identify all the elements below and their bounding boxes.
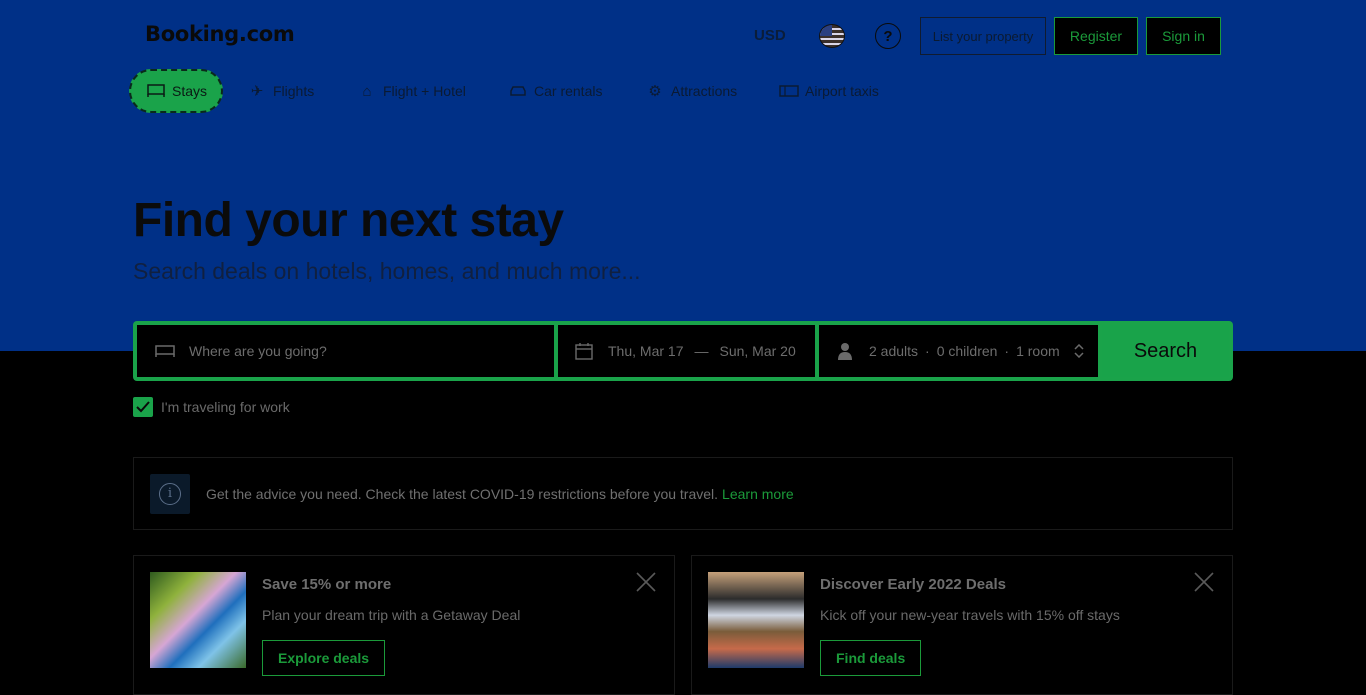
person-icon xyxy=(835,342,855,360)
calendar-icon xyxy=(574,342,594,360)
nav-stays-label: Stays xyxy=(172,83,208,99)
nav-flights-label: Flights xyxy=(273,83,315,99)
checkin-date: Thu, Mar 17 xyxy=(608,343,684,359)
promo-title: Discover Early 2022 Deals xyxy=(820,576,1006,593)
covid-notice: i Get the advice you need. Check the lat… xyxy=(133,457,1233,530)
children-count: 0 children xyxy=(936,343,998,359)
destination-placeholder: Where are you going? xyxy=(189,343,327,359)
adults-count: 2 adults xyxy=(869,343,919,359)
covid-learn-more-link[interactable]: Learn more xyxy=(722,486,794,502)
destination-field[interactable]: Where are you going? xyxy=(137,325,554,377)
work-travel-option[interactable]: I'm traveling for work xyxy=(133,397,290,417)
explore-deals-button[interactable]: Explore deals xyxy=(262,640,386,676)
guests-separator: · xyxy=(925,343,930,359)
nav-attractions-label: Attractions xyxy=(671,83,738,99)
nav-car-rentals[interactable]: Car rentals xyxy=(508,69,602,113)
car-icon xyxy=(508,83,528,99)
covid-text: Get the advice you need. Check the lates… xyxy=(206,485,719,502)
rooms-count: 1 room xyxy=(1016,343,1060,359)
promo-description: Plan your dream trip with a Getaway Deal xyxy=(262,607,521,623)
date-separator: — xyxy=(694,343,709,359)
booking-logo[interactable]: Booking.com xyxy=(145,22,295,46)
nav-flight-hotel[interactable]: ⌂ Flight + Hotel xyxy=(357,69,466,113)
nav-flights[interactable]: ✈ Flights xyxy=(247,69,315,113)
nav-attractions[interactable]: ⚙ Attractions xyxy=(645,69,737,113)
nav-airport-taxis-label: Airport taxis xyxy=(805,83,879,99)
sign-in-button[interactable]: Sign in xyxy=(1146,17,1221,55)
nav-stays[interactable]: Stays xyxy=(129,69,223,113)
attractions-icon: ⚙ xyxy=(648,83,662,100)
close-icon[interactable] xyxy=(1192,570,1216,594)
promo-description: Kick off your new-year travels with 15% … xyxy=(820,607,1120,623)
date-range-field[interactable]: Thu, Mar 17 — Sun, Mar 20 xyxy=(558,325,815,377)
bed-icon xyxy=(146,83,166,99)
currency-selector[interactable]: USD xyxy=(754,27,786,44)
nav-airport-taxis[interactable]: Airport taxis xyxy=(779,69,879,113)
promo-image xyxy=(150,572,246,668)
bed-icon xyxy=(155,344,175,358)
close-icon[interactable] xyxy=(634,570,658,594)
promo-image xyxy=(708,572,804,668)
find-deals-button[interactable]: Find deals xyxy=(820,640,922,676)
plane-icon: ✈ xyxy=(250,83,264,100)
list-property-button[interactable]: List your property xyxy=(920,17,1046,55)
info-icon: i xyxy=(159,482,181,505)
guests-field[interactable]: 2 adults · 0 children · 1 room xyxy=(819,325,1098,377)
flight-hotel-icon: ⌂ xyxy=(362,82,372,100)
hero-title: Find your next stay xyxy=(133,194,564,247)
promo-card-early-2022: Discover Early 2022 Deals Kick off your … xyxy=(691,555,1233,695)
search-button[interactable]: Search xyxy=(1102,325,1229,377)
help-icon[interactable]: ? xyxy=(875,23,901,49)
guests-separator: · xyxy=(1004,343,1010,359)
search-bar: Where are you going? Thu, Mar 17 — Sun, … xyxy=(133,321,1233,381)
language-flag-icon[interactable] xyxy=(819,24,845,48)
checkout-date: Sun, Mar 20 xyxy=(719,343,796,359)
info-icon-box: i xyxy=(150,473,190,514)
promo-title: Save 15% or more xyxy=(262,576,392,593)
nav-flight-hotel-label: Flight + Hotel xyxy=(383,83,466,99)
taxi-icon xyxy=(779,83,799,99)
nav-car-rentals-label: Car rentals xyxy=(534,83,603,99)
work-travel-checkbox[interactable] xyxy=(133,397,153,417)
chevron-updown-icon xyxy=(1074,344,1084,358)
work-travel-label: I'm traveling for work xyxy=(161,399,290,415)
hero-subtitle: Search deals on hotels, homes, and much … xyxy=(133,258,641,284)
promo-card-getaway: Save 15% or more Plan your dream trip wi… xyxy=(133,555,675,695)
register-button[interactable]: Register xyxy=(1054,17,1138,55)
